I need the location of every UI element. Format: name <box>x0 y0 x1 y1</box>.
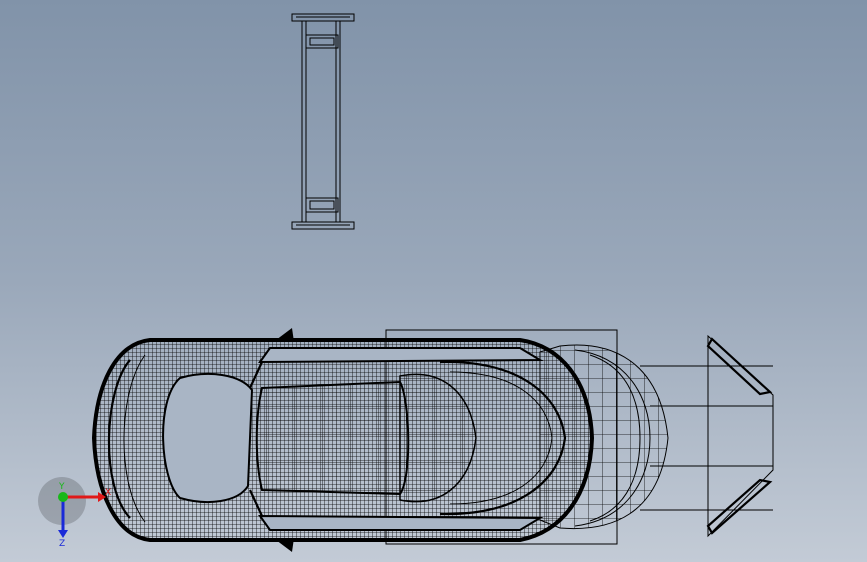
z-axis-label: Z <box>59 539 65 549</box>
car-body-wireframe[interactable] <box>91 328 774 552</box>
x-axis-label: X <box>105 488 111 498</box>
rear-wing-wireframe[interactable] <box>291 13 355 230</box>
graphics-viewport[interactable]: X Y Z <box>0 0 867 562</box>
model-view[interactable]: X Y Z <box>0 0 867 562</box>
orientation-triad <box>38 477 106 538</box>
y-axis-label: Y <box>58 482 65 492</box>
